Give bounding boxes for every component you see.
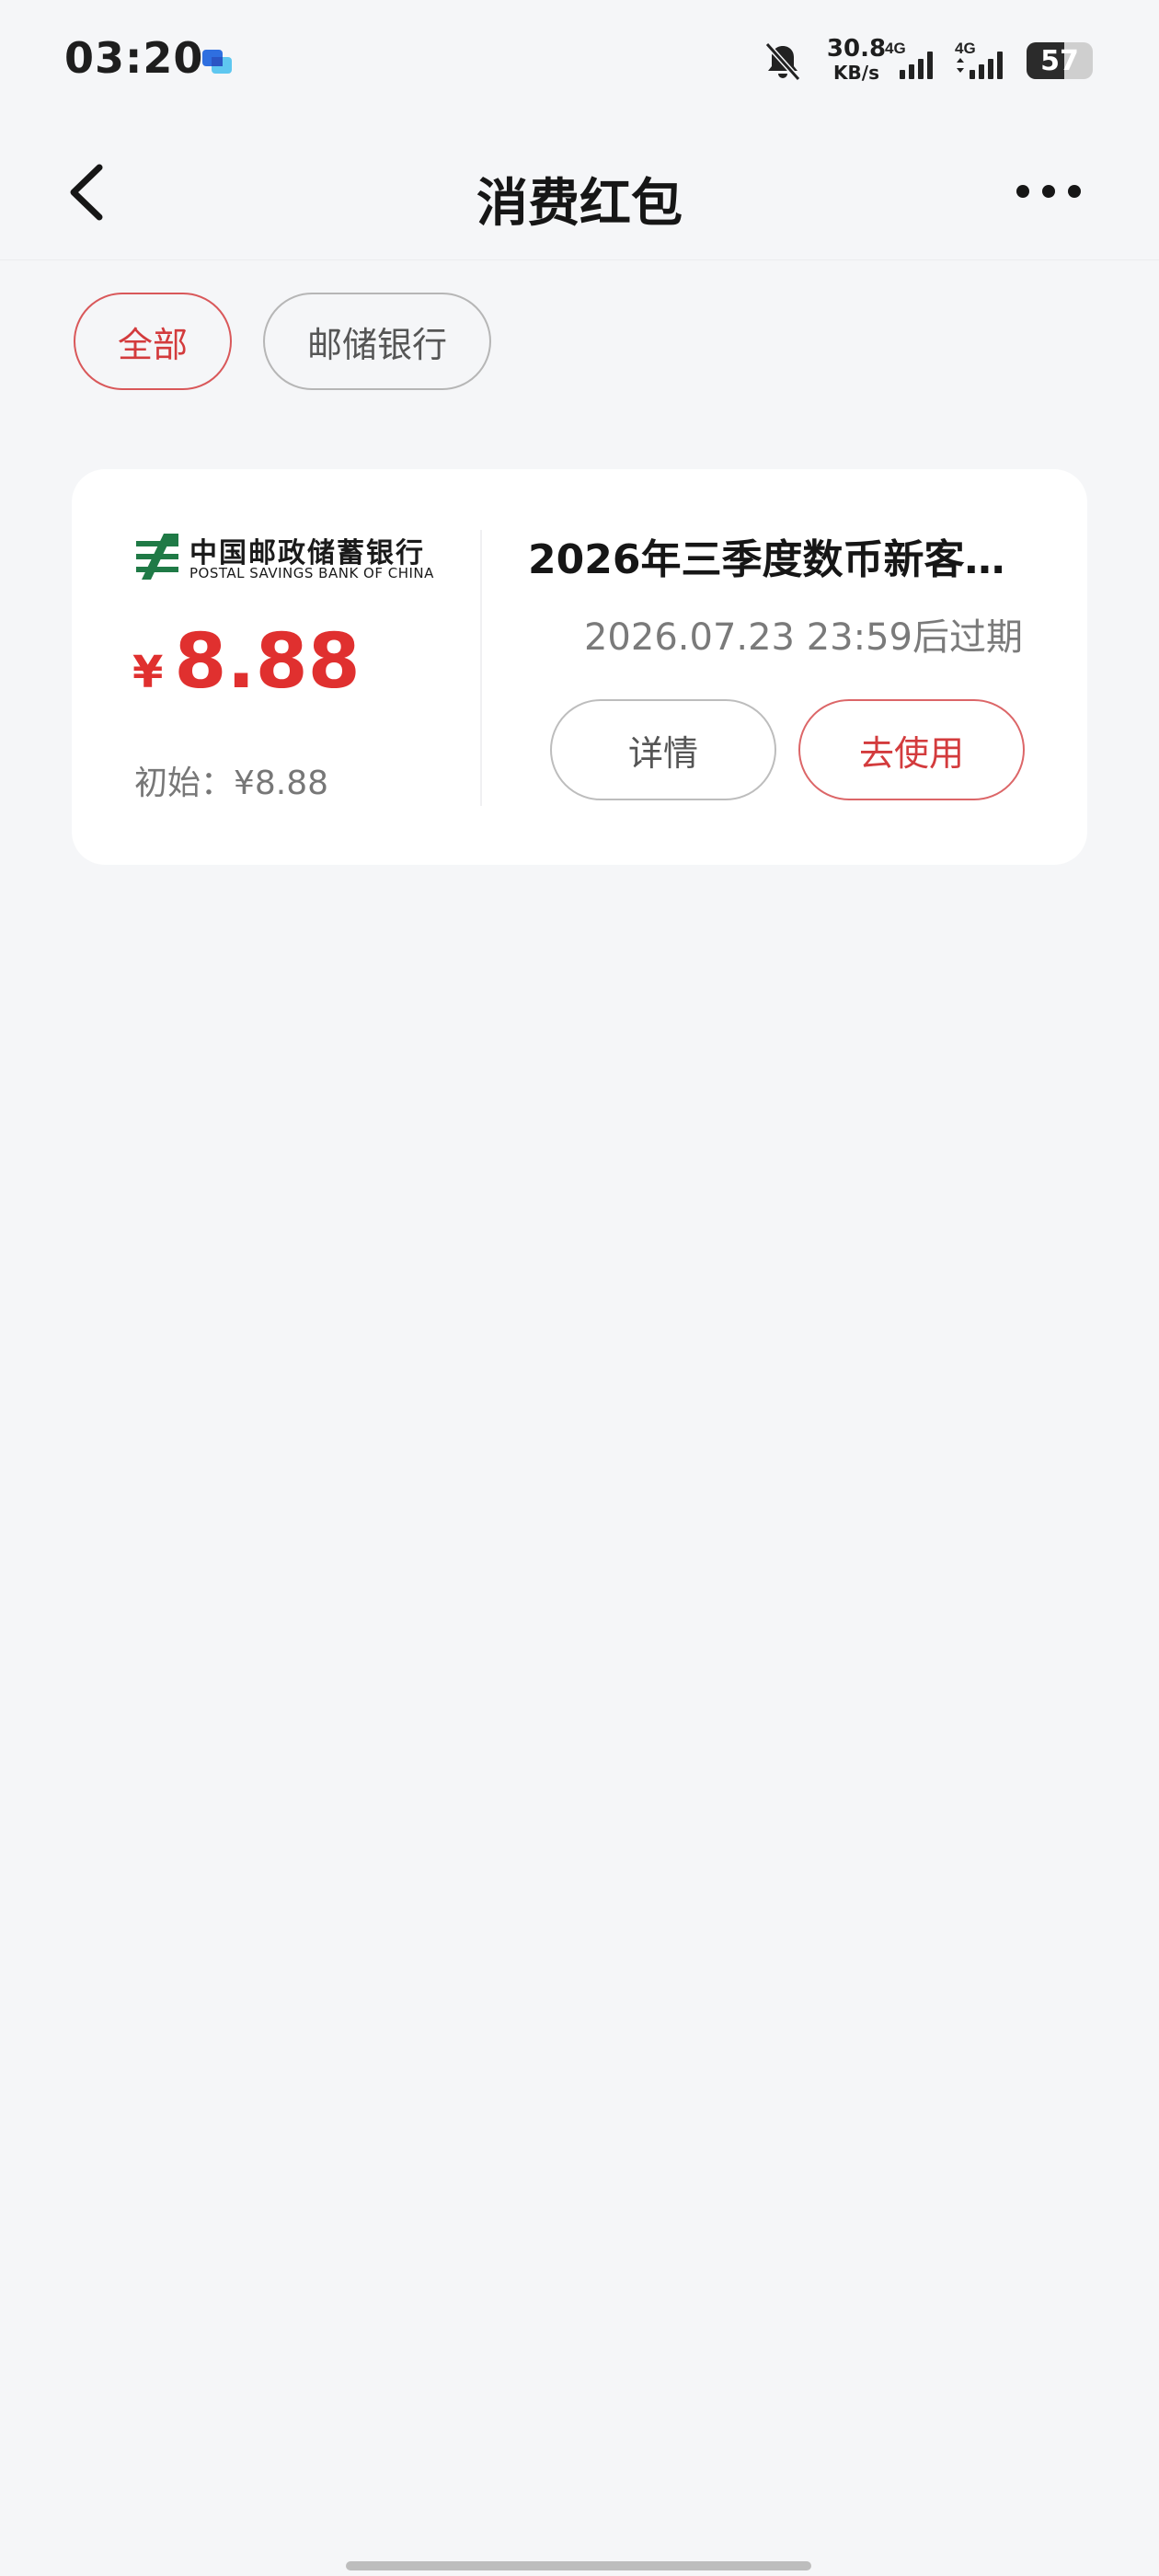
sim2-type: 4G	[955, 40, 976, 57]
initial-amount: 初始：¥8.88	[134, 765, 329, 802]
use-button[interactable]: 去使用	[798, 699, 1025, 800]
detail-button[interactable]: 详情	[550, 699, 776, 800]
message-app-icon	[202, 50, 232, 74]
status-bar: 03:20 30.8 KB/s 4G 4G 57	[0, 0, 1159, 125]
top-nav-bar: 消费红包	[0, 125, 1159, 260]
expire-text: 2026.07.23 23:59后过期	[583, 616, 1023, 659]
bank-name-en: POSTAL SAVINGS BANK OF CHINA	[189, 565, 434, 581]
more-icon[interactable]	[1012, 173, 1085, 210]
bell-off-icon	[764, 41, 801, 82]
psbc-logo-icon	[136, 534, 178, 580]
filter-chip-all[interactable]: 全部	[74, 293, 232, 390]
sim1-type: 4G	[885, 40, 906, 57]
bank-logo: 中国邮政储蓄银行 POSTAL SAVINGS BANK OF CHINA	[132, 532, 433, 583]
page-title: 消费红包	[476, 174, 683, 234]
coupon-card: 中国邮政储蓄银行 POSTAL SAVINGS BANK OF CHINA ¥8…	[72, 469, 1087, 865]
battery-level: 57	[1040, 45, 1079, 77]
signal-icon: 4G	[955, 40, 1003, 79]
status-time: 03:20	[64, 33, 204, 83]
amount-value: 8.88	[174, 618, 361, 706]
home-indicator[interactable]	[346, 2561, 811, 2570]
currency-symbol: ¥	[132, 647, 164, 698]
signal-icon: 4G	[885, 40, 933, 79]
coupon-amount: ¥8.88	[132, 618, 361, 706]
filter-chip-psbc[interactable]: 邮储银行	[263, 293, 491, 390]
coupon-title: 2026年三季度数币新客…	[528, 536, 1005, 583]
battery-icon: 57	[1027, 42, 1093, 79]
card-divider	[480, 530, 482, 806]
